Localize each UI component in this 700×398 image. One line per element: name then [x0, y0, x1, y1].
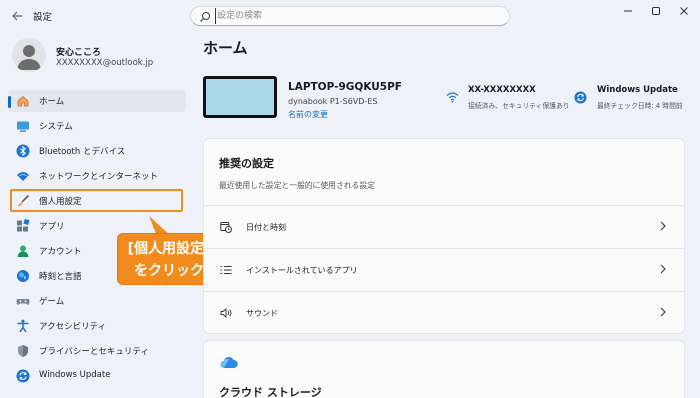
recommended-item-label: サウンド [246, 309, 278, 318]
device-thumbnail [203, 76, 277, 118]
rename-link[interactable]: 名前の変更 [288, 109, 328, 120]
sidebar-item-home[interactable]: ホーム [8, 90, 186, 112]
account-icon [17, 245, 29, 257]
home-icon [17, 95, 29, 107]
minimize-button[interactable] [614, 4, 642, 18]
sidebar-item-label: アクセシビリティ [39, 322, 107, 332]
card-title: 推奨の設定 [219, 157, 274, 170]
network-icon [17, 172, 29, 181]
card-title: クラウド ストレージ [219, 386, 322, 398]
card-subtitle: 最近使用した設定と一般的に使用される設定 [219, 181, 375, 190]
maximize-icon [652, 7, 660, 15]
sidebar-item-label: ホーム [39, 97, 65, 107]
back-button[interactable] [8, 7, 26, 25]
close-button[interactable] [670, 4, 698, 18]
recommended-item-label: インストールされているアプリ [246, 266, 358, 275]
update-title[interactable]: Windows Update [597, 85, 678, 95]
gaming-icon [16, 299, 30, 305]
speaker-icon [220, 308, 232, 318]
recommended-item-sound[interactable]: サウンド [204, 292, 684, 333]
page-title: ホーム [203, 39, 248, 57]
sidebar-item-label: 時刻と言語 [39, 272, 82, 282]
calendar-clock-icon [220, 222, 232, 233]
cloud-storage-card: クラウド ストレージ [203, 340, 685, 398]
chevron-right-icon [660, 264, 666, 274]
user-email: XXXXXXXX@outlook.jp [56, 58, 154, 68]
minimize-icon [624, 10, 632, 12]
sidebar-item-label: システム [39, 122, 73, 132]
chevron-right-icon [660, 307, 666, 317]
recommended-item-date-time[interactable]: 日付と時刻 [204, 206, 684, 248]
bluetooth-icon [16, 144, 30, 158]
arrow-left-icon [12, 11, 22, 21]
recommended-item-installed-apps[interactable]: インストールされているアプリ [204, 249, 684, 291]
update-status: 最終チェック日時: 4 時間前 [597, 102, 683, 110]
device-name: LAPTOP-9GQKU5PF [288, 81, 402, 93]
title-bar: 設定 [0, 0, 700, 32]
sidebar-item-bluetooth[interactable]: Bluetooth とデバイス [8, 140, 186, 162]
wifi-icon[interactable] [446, 91, 459, 103]
list-icon [220, 266, 232, 274]
sidebar-item-system[interactable]: システム [8, 115, 186, 137]
sidebar-item-label: アカウント [39, 247, 82, 257]
sidebar-item-label: アプリ [39, 222, 65, 232]
apps-icon [17, 219, 30, 232]
sidebar-item-gaming[interactable]: ゲーム [8, 290, 186, 312]
sidebar-item-label: Windows Update [39, 370, 111, 380]
app-title: 設定 [33, 12, 53, 23]
recommended-item-label: 日付と時刻 [246, 223, 286, 232]
sidebar-item-windows-update[interactable]: Windows Update [8, 365, 186, 387]
sidebar-item-privacy[interactable]: プライバシーとセキュリティ [8, 340, 186, 362]
avatar [12, 38, 46, 72]
highlight-frame [10, 189, 183, 212]
chevron-right-icon [660, 221, 666, 231]
sidebar-item-label: ゲーム [39, 297, 65, 307]
search-icon [200, 11, 211, 22]
search-box[interactable] [190, 6, 510, 26]
user-name: 安心こころ [56, 48, 102, 58]
device-model: dynabook P1-S6VD-ES [288, 97, 378, 106]
system-icon [17, 121, 29, 132]
accessibility-icon [17, 319, 29, 333]
cloud-icon [220, 356, 238, 368]
shield-icon [18, 345, 28, 357]
windows-update-icon [16, 369, 30, 383]
sidebar-item-network[interactable]: ネットワークとインターネット [8, 165, 186, 187]
network-status: 接続済み、セキュリティ保護あり [468, 102, 570, 110]
network-name[interactable]: XX-XXXXXXXX [468, 85, 536, 95]
active-indicator [8, 96, 11, 108]
sidebar-item-accessibility[interactable]: アクセシビリティ [8, 315, 186, 337]
time-language-icon [17, 270, 29, 282]
maximize-button[interactable] [642, 4, 670, 18]
sidebar-item-label: ネットワークとインターネット [39, 172, 159, 182]
sidebar-item-label: プライバシーとセキュリティ [39, 347, 149, 357]
search-input[interactable] [215, 8, 495, 24]
recommended-settings-card: 推奨の設定 最近使用した設定と一般的に使用される設定 日付と時刻 インストールさ… [203, 138, 685, 334]
windows-update-icon[interactable] [574, 91, 587, 104]
sidebar-item-label: Bluetooth とデバイス [39, 147, 126, 157]
close-icon [680, 7, 688, 15]
user-icon [17, 45, 41, 70]
